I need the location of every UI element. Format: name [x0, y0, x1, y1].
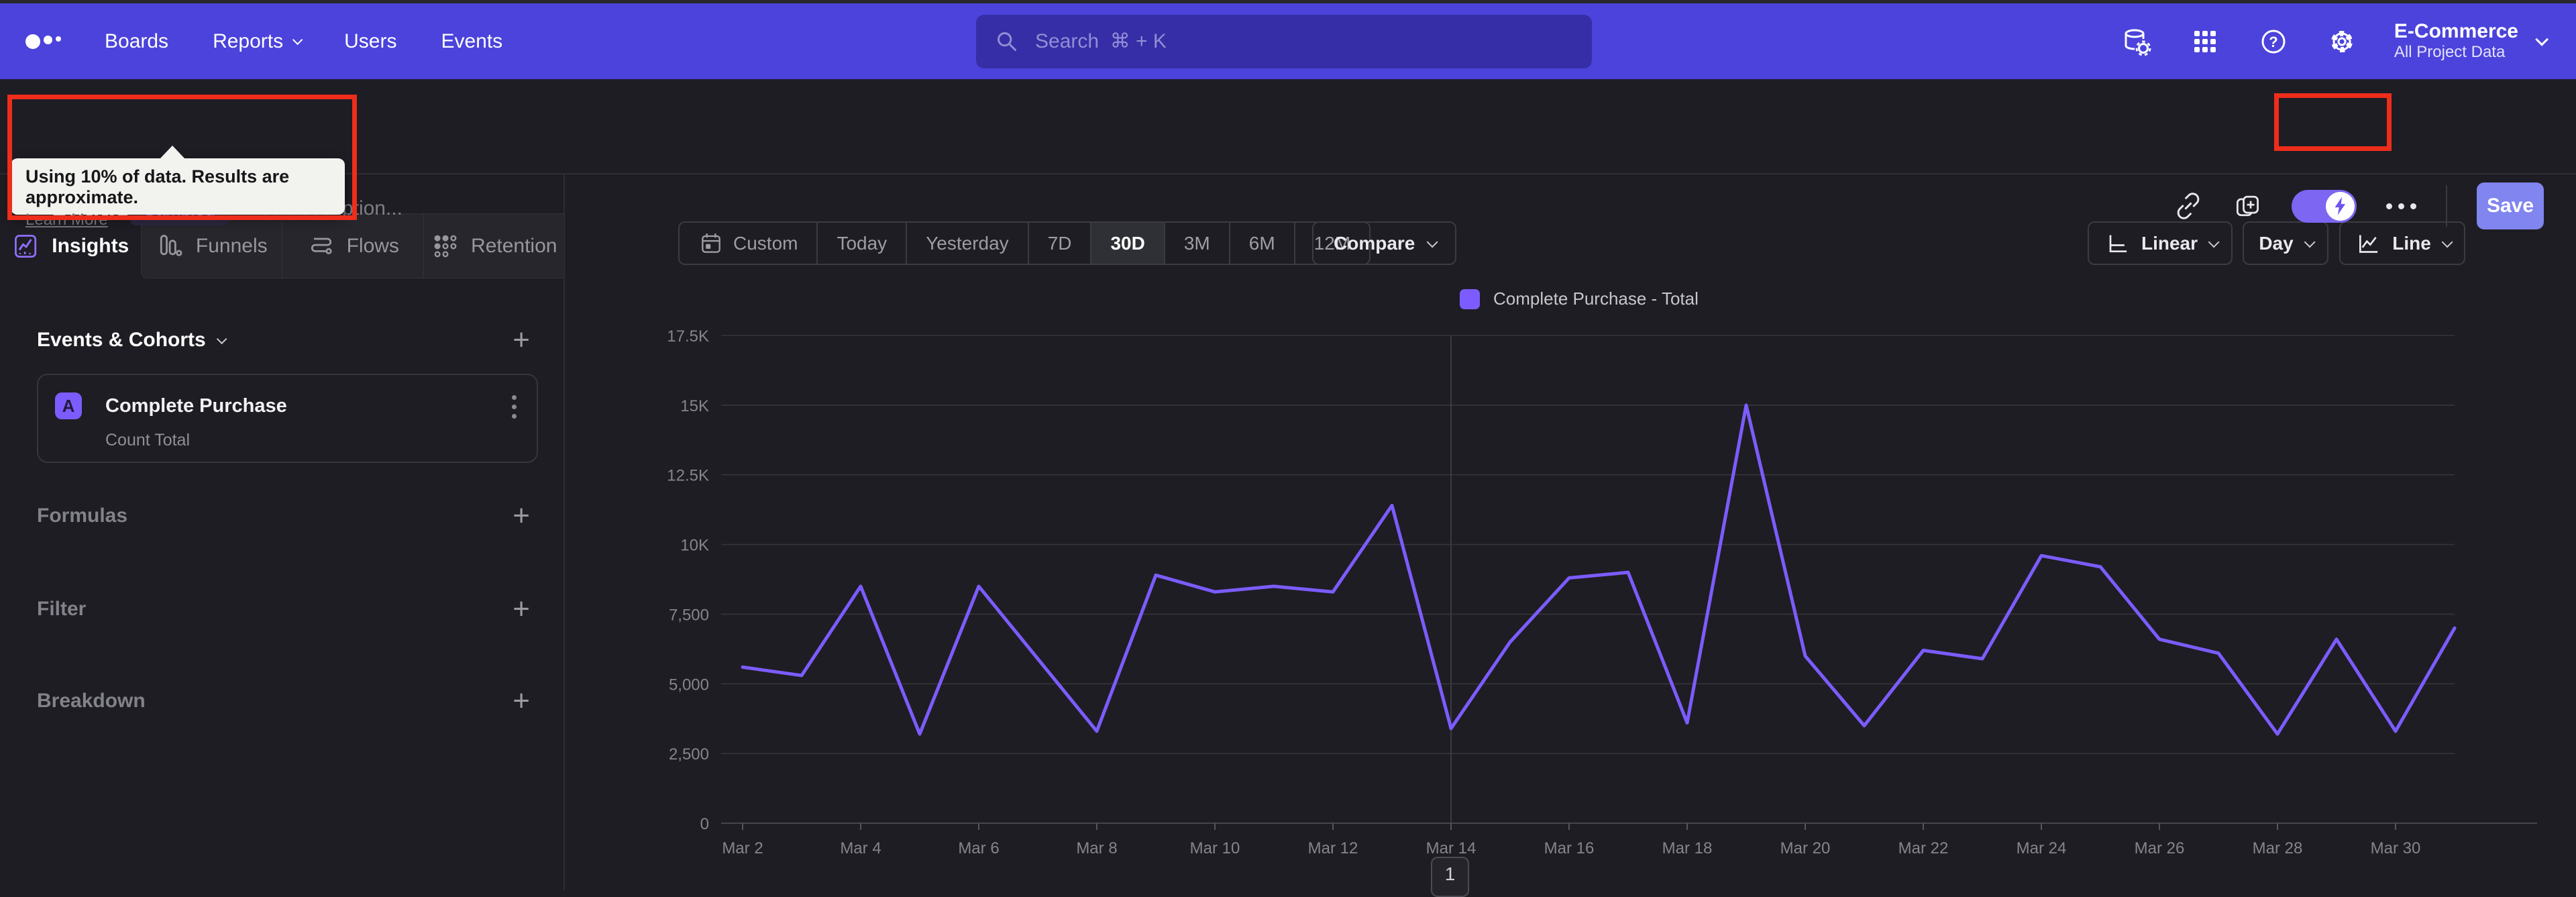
- nav-items: Boards Reports Users Events: [105, 30, 502, 53]
- sampling-tooltip: Using 10% of data. Results are approxima…: [11, 146, 345, 229]
- y-axis-label: 2,500: [669, 745, 709, 763]
- x-axis-label: Mar 8: [1076, 839, 1117, 857]
- section-label: Formulas: [37, 505, 128, 527]
- event-series-badge: A: [55, 392, 82, 419]
- sidebar-section-filter: Filter +: [37, 594, 530, 624]
- pagination-page-1[interactable]: 1: [1431, 857, 1469, 897]
- project-scope: All Project Data: [2394, 43, 2506, 62]
- tab-label: Insights: [52, 234, 129, 257]
- x-axis-label: Mar 6: [958, 839, 999, 857]
- sidebar-section-breakdown: Breakdown +: [37, 686, 530, 716]
- lightning-bolt-icon: [2334, 197, 2345, 215]
- y-axis-label: 12.5K: [667, 467, 709, 485]
- tooltip-learn-more-link[interactable]: Learn More: [25, 211, 108, 229]
- insights-icon: [15, 234, 37, 258]
- search-input[interactable]: [1035, 30, 1558, 53]
- sampling-toggle[interactable]: [2292, 189, 2357, 223]
- add-breakdown-button[interactable]: +: [513, 686, 530, 716]
- add-event-button[interactable]: +: [513, 325, 530, 355]
- x-axis-label: Mar 12: [1308, 839, 1358, 857]
- nav-item-events[interactable]: Events: [441, 30, 502, 53]
- settings-gear-icon[interactable]: [2326, 25, 2358, 58]
- y-axis-label: 0: [700, 815, 709, 833]
- section-label: Filter: [37, 598, 87, 620]
- top-nav-bar: Boards Reports Users Events ?: [0, 3, 2576, 79]
- section-label: Breakdown: [37, 690, 146, 712]
- nav-item-reports[interactable]: Reports: [213, 30, 303, 53]
- tab-retention[interactable]: Retention: [423, 213, 565, 278]
- nav-item-label: Boards: [105, 30, 169, 52]
- more-options-button[interactable]: [2386, 203, 2416, 209]
- y-axis-label: 17.5K: [667, 327, 709, 346]
- help-icon[interactable]: ?: [2257, 25, 2290, 58]
- y-axis-label: 15K: [680, 397, 709, 415]
- save-button[interactable]: Save: [2477, 182, 2544, 229]
- nav-right-cluster: ? E-Commerce All Project Data: [2121, 3, 2549, 79]
- nav-item-boards[interactable]: Boards: [105, 30, 168, 53]
- mixpanel-logo-icon[interactable]: [25, 28, 72, 55]
- project-switcher[interactable]: E-Commerce All Project Data: [2394, 19, 2549, 62]
- x-axis-label: Mar 22: [1898, 839, 1949, 857]
- events-cohorts-row: Events & Cohorts +: [37, 325, 530, 355]
- add-to-board-icon[interactable]: [2233, 191, 2262, 221]
- share-link-icon[interactable]: [2174, 191, 2203, 221]
- add-filter-button[interactable]: +: [513, 594, 530, 624]
- funnels-icon: [160, 234, 182, 256]
- global-search[interactable]: [976, 15, 1592, 68]
- events-cohorts-heading[interactable]: Events & Cohorts: [37, 329, 227, 352]
- project-name: E-Commerce: [2394, 19, 2518, 42]
- x-axis-label: Mar 18: [1662, 839, 1713, 857]
- event-metric[interactable]: Count Total: [105, 431, 190, 450]
- data-management-icon[interactable]: [2121, 25, 2153, 58]
- x-axis-label: Mar 30: [2371, 839, 2421, 857]
- x-axis-label: Mar 2: [722, 839, 763, 857]
- chart-panel: Custom Today Yesterday 7D 30D 3M 6M 12M Compare…: [565, 174, 2576, 897]
- x-axis-label: Mar 4: [840, 839, 881, 857]
- retention-icon: [434, 235, 457, 257]
- tab-label: Retention: [471, 234, 557, 257]
- search-icon: [998, 32, 1017, 52]
- nav-item-label: Events: [441, 30, 503, 52]
- insights-line-chart: 0 2,500 5,000 7,500 10K 12.5K 15K 17.5K Mar 2 Mar…: [667, 327, 2537, 857]
- series-line: [741, 403, 2457, 736]
- x-axis-label: Mar 24: [2017, 839, 2067, 857]
- tab-label: Flows: [346, 234, 399, 257]
- chevron-down-icon: [292, 34, 303, 46]
- query-builder-sidebar: Insights Funnels Flows Retention Events & C…: [0, 174, 565, 890]
- x-axis-label: Mar 26: [2135, 839, 2185, 857]
- event-options-kebab[interactable]: [512, 395, 517, 419]
- divider: [2446, 185, 2447, 227]
- apps-grid-icon[interactable]: [2189, 25, 2221, 58]
- x-axis-label: Mar 28: [2253, 839, 2303, 857]
- svg-text:?: ?: [2269, 34, 2277, 50]
- y-axis-label: 7,500: [669, 606, 709, 624]
- sidebar-section-formulas: Formulas +: [37, 501, 530, 531]
- x-axis-label: Mar 10: [1190, 839, 1240, 857]
- title-actions: Save: [2174, 169, 2544, 243]
- add-formulas-button[interactable]: +: [513, 501, 530, 531]
- chevron-down-icon: [216, 333, 227, 344]
- flows-icon: [311, 238, 332, 254]
- chevron-down-icon: [2535, 33, 2549, 47]
- tooltip-arrow: [160, 146, 185, 159]
- events-cohorts-label: Events & Cohorts: [37, 329, 206, 351]
- toggle-knob: [2326, 191, 2355, 221]
- y-axis-label: 5,000: [669, 676, 709, 694]
- report-title-bar: Untitled Sampled + Add description... Sa…: [0, 79, 2576, 229]
- x-axis-label: Mar 16: [1544, 839, 1595, 857]
- x-axis-label: Mar 14: [1426, 839, 1477, 857]
- x-axis-label: Mar 20: [1780, 839, 1831, 857]
- tab-label: Funnels: [195, 234, 268, 257]
- nav-item-users[interactable]: Users: [344, 30, 396, 53]
- event-card[interactable]: A Complete Purchase Count Total: [37, 374, 538, 463]
- nav-item-label: Reports: [213, 30, 284, 52]
- event-name[interactable]: Complete Purchase: [105, 395, 287, 417]
- y-axis-label: 10K: [680, 537, 709, 555]
- tooltip-text: Using 10% of data. Results are approxima…: [25, 166, 290, 207]
- nav-item-label: Users: [344, 30, 397, 52]
